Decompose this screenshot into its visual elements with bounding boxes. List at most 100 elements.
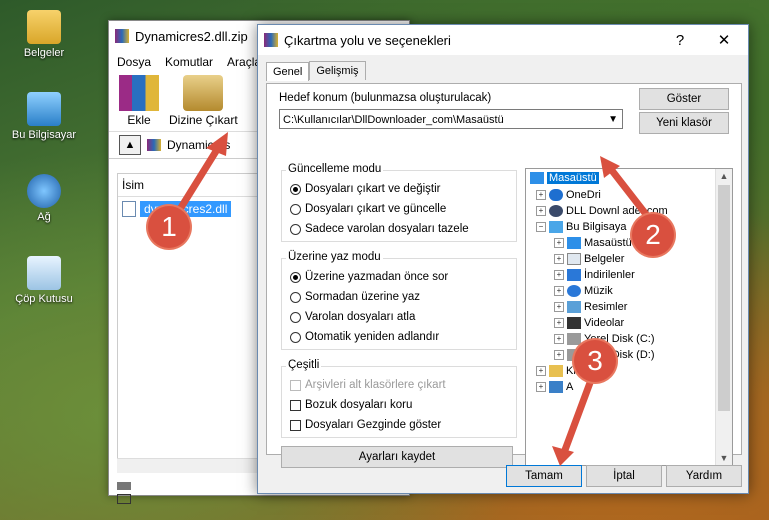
up-arrow-icon: ▲ [124,139,136,151]
overwrite-option-rename[interactable]: Otomatik yeniden adlandır [290,331,439,343]
desktop-icon-label: Bu Bilgisayar [11,129,77,141]
cancel-button[interactable]: İptal [586,465,662,487]
tab-advanced[interactable]: Gelişmiş [309,61,366,80]
option-label: Arşivleri alt klasörlere çıkart [305,379,446,391]
option-label: Varolan dosyaları atla [305,311,416,323]
overwrite-option-ask[interactable]: Üzerine yazmadan önce sor [290,271,448,283]
expand-icon[interactable]: + [554,334,564,344]
desktop-icon-documents[interactable]: Belgeler [4,10,84,59]
update-mode-group: Güncelleme modu Dosyaları çıkart ve deği… [281,163,517,242]
expand-icon[interactable]: + [536,382,546,392]
collapse-icon[interactable]: − [536,222,546,232]
help-button[interactable]: Yardım [666,465,742,487]
tree-item-onedrive[interactable]: + OneDri [536,189,601,201]
tree-item-this-pc[interactable]: − Bu Bilgisaya [536,221,627,233]
extract-folder-icon [183,75,224,111]
expand-icon[interactable]: + [554,302,564,312]
ok-button[interactable]: Tamam [506,465,582,487]
tab-general[interactable]: Genel [266,62,310,81]
scroll-thumb[interactable] [718,185,730,411]
tree-item-music[interactable]: + Müzik [554,285,613,297]
misc-option-keep-broken[interactable]: Bozuk dosyaları koru [290,399,412,411]
new-folder-button[interactable]: Yeni klasör [639,112,729,134]
option-label: Dosyaları çıkart ve değiştir [305,183,441,195]
winrar-app-icon [264,33,278,47]
tree-item-desktop-sub[interactable]: + Masaüstü [554,237,632,249]
extract-dialog: Çıkartma yolu ve seçenekleri ? ✕ Genel G… [257,24,749,494]
tree-item-documents[interactable]: + Belgeler [554,253,624,265]
option-label: Sormadan üzerine yaz [305,291,421,303]
menu-tools[interactable]: Araçla [227,55,261,69]
expand-icon[interactable]: + [554,238,564,248]
key-icon [117,494,131,504]
radio-icon [290,203,301,215]
overwrite-mode-title: Üzerine yaz modu [286,251,383,263]
show-button[interactable]: Göster [639,88,729,110]
add-label: Ekle [127,113,151,127]
archive-path[interactable]: Dynamicres [167,138,230,152]
help-title-button[interactable]: ? [660,25,700,55]
step-badge-2: 2 [632,214,674,256]
destination-path-field[interactable]: C:\Kullanıcılar\DllDownloader_com\Masaüs… [279,109,623,129]
expand-icon[interactable]: + [536,206,546,216]
expand-icon[interactable]: + [554,286,564,296]
expand-icon[interactable]: + [536,366,546,376]
step-badge-3: 3 [574,340,616,382]
save-settings-button[interactable]: Ayarları kaydet [281,446,513,468]
tree-label: Masaüstü [584,237,632,249]
misc-option-show-in-explorer[interactable]: Dosyaları Gezginde göster [290,419,441,431]
destination-label: Hedef konum (bulunmazsa oluşturulacak) [279,92,492,104]
expand-icon[interactable]: + [536,190,546,200]
chevron-down-icon[interactable]: ▼ [608,110,618,130]
tree-label: DLL Downl [566,205,620,217]
menu-file[interactable]: Dosya [117,55,151,69]
destination-path-value: C:\Kullanıcılar\DllDownloader_com\Masaüs… [283,114,504,126]
network-icon [549,381,563,393]
update-option-update[interactable]: Dosyaları çıkart ve güncelle [290,203,446,215]
pictures-icon [567,301,581,313]
overwrite-option-skip[interactable]: Varolan dosyaları atla [290,311,415,323]
tree-item-libraries[interactable]: + Kit [536,365,579,377]
radio-icon [290,331,301,343]
archive-books-icon [119,75,159,111]
overwrite-option-without-prompt[interactable]: Sormadan üzerine yaz [290,291,420,303]
download-icon [567,269,581,281]
desktop-icon-label: Ağ [37,211,51,223]
update-option-refresh[interactable]: Sadece varolan dosyaları tazele [290,223,469,235]
tree-item-videos[interactable]: + Videolar [554,317,624,329]
tree-item-pictures[interactable]: + Resimler [554,301,627,313]
tree-item-network[interactable]: + A [536,381,573,393]
network-icon [27,174,61,208]
option-label: Dosyaları Gezginde göster [305,419,442,431]
dialog-title: Çıkartma yolu ve seçenekleri [284,32,451,48]
up-folder-button[interactable]: ▲ [119,135,141,155]
scroll-down-icon[interactable]: ▼ [716,453,732,463]
extract-to-button[interactable]: Dizine Çıkart [169,75,238,131]
update-mode-title: Güncelleme modu [286,163,384,175]
desktop-icon-recycle-bin[interactable]: Çöp Kutusu [4,256,84,305]
add-button[interactable]: Ekle [119,75,159,131]
update-option-replace[interactable]: Dosyaları çıkart ve değiştir [290,183,441,195]
expand-icon[interactable]: + [554,350,564,360]
tree-item-downloads[interactable]: + İndirilenler [554,269,635,281]
misc-group: Çeşitli Arşivleri alt klasörlere çıkart … [281,359,517,438]
checkbox-icon [290,379,301,391]
close-button[interactable]: ✕ [704,25,744,55]
expand-icon[interactable]: + [554,254,564,264]
drive-icon [117,482,131,490]
folder-tree[interactable]: Masaüstü + OneDri + DLL Downl ader.com − Bu … [525,168,733,466]
menu-commands[interactable]: Komutlar [165,55,213,69]
dialog-titlebar[interactable]: Çıkartma yolu ve seçenekleri ? ✕ [258,25,748,55]
extract-to-label: Dizine Çıkart [169,113,238,127]
misc-option-subfolders: Arşivleri alt klasörlere çıkart [290,379,446,391]
scroll-up-icon[interactable]: ▲ [716,171,732,181]
radio-icon [290,311,301,323]
tree-scrollbar[interactable]: ▲ ▼ [715,169,732,465]
desktop-icon-network[interactable]: Ağ [4,174,84,223]
expand-icon[interactable]: + [554,318,564,328]
radio-icon [290,271,301,283]
desktop-icon-computer[interactable]: Bu Bilgisayar [4,92,84,141]
misc-title: Çeşitli [286,359,322,371]
tree-item-desktop[interactable]: Masaüstü [530,172,599,184]
expand-icon[interactable]: + [554,270,564,280]
